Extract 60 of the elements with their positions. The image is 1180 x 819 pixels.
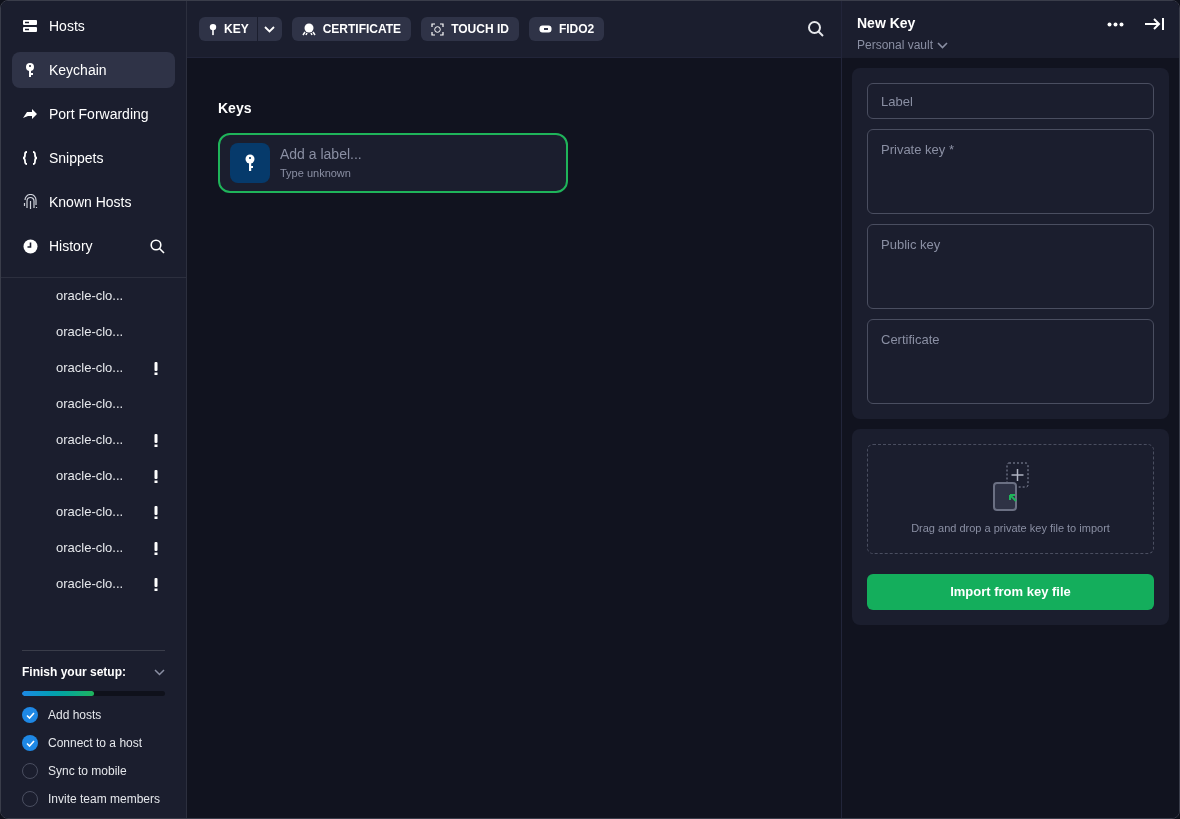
recent-host-item[interactable]: oracle-clo... [56, 322, 158, 342]
nav-item[interactable]: Known Hosts [12, 184, 175, 220]
toolbar-button[interactable]: FIDO2 [528, 17, 605, 41]
key-type: Type unknown [280, 166, 352, 182]
setup-step: Connect to a host [48, 734, 143, 752]
nav-item[interactable]: Port Forwarding [12, 96, 175, 132]
text-field[interactable]: Label [867, 83, 1154, 119]
setup-title: Finish your setup: [22, 664, 126, 681]
nav-item[interactable]: Hosts [12, 8, 175, 44]
dropdown-button[interactable] [257, 17, 282, 41]
checkbox[interactable] [22, 735, 38, 751]
drop-zone[interactable]: Drag and drop a private key file to import [867, 444, 1154, 554]
text-area[interactable]: Public key [867, 224, 1154, 309]
setup-step: Sync to mobile [48, 762, 127, 780]
fingerprint-scan-icon [431, 22, 445, 36]
drop-hint: Drag and drop a private key file to import [911, 520, 1110, 536]
braces-icon [22, 151, 38, 165]
toolbar-button[interactable]: CERTIFICATE [291, 17, 412, 41]
recent-host-item[interactable]: oracle-clo... [56, 358, 154, 378]
panel-title: New Key [857, 14, 917, 33]
key-label: Add a label... [280, 145, 362, 165]
server-icon [22, 19, 38, 33]
vault-dropdown[interactable]: Personal vault [857, 36, 949, 54]
text-area[interactable]: Private key * [867, 129, 1154, 214]
key-icon [209, 22, 217, 36]
forward-arrow-icon [22, 108, 38, 120]
key-icon [25, 62, 35, 78]
recent-host-item[interactable]: oracle-clo... [56, 538, 154, 558]
setup-step: Invite team members [48, 790, 161, 808]
search-icon[interactable] [150, 238, 165, 254]
chevron-down-icon [264, 25, 276, 33]
checkmark-icon [25, 739, 35, 747]
recent-host-item[interactable]: oracle-clo... [56, 574, 154, 594]
section-title: Keys [218, 99, 253, 118]
key-icon [230, 143, 270, 183]
nav-item[interactable]: History [12, 228, 150, 264]
recent-host-item[interactable]: oracle-clo... [56, 466, 154, 486]
search-icon[interactable] [807, 20, 825, 38]
recent-host-item[interactable]: oracle-clo... [56, 502, 154, 522]
checkmark-icon [25, 711, 35, 719]
recent-host-item[interactable]: oracle-clo... [56, 286, 158, 306]
checkbox[interactable] [22, 707, 38, 723]
toolbar-button[interactable]: TOUCH ID [421, 17, 519, 41]
more-icon[interactable] [1107, 21, 1124, 27]
recent-host-item[interactable]: oracle-clo... [56, 430, 154, 450]
setup-step: Add hosts [48, 706, 102, 724]
collapse-panel-icon[interactable] [1144, 17, 1164, 31]
key-card[interactable]: Add a label... Type unknown [218, 133, 568, 193]
toolbar-button[interactable]: KEY [199, 17, 257, 41]
nav-item[interactable]: Snippets [12, 140, 175, 176]
chevron-down-icon [937, 41, 949, 49]
security-key-icon [538, 25, 552, 33]
badge-icon [301, 22, 316, 36]
recent-host-item[interactable]: oracle-clo... [56, 394, 158, 414]
text-area[interactable]: Certificate [867, 319, 1154, 404]
fingerprint-icon [22, 194, 38, 210]
file-drop-icon [991, 461, 1030, 512]
clock-icon [22, 238, 38, 254]
chevron-down-icon[interactable] [154, 668, 165, 676]
nav-item[interactable]: Keychain [12, 52, 175, 88]
